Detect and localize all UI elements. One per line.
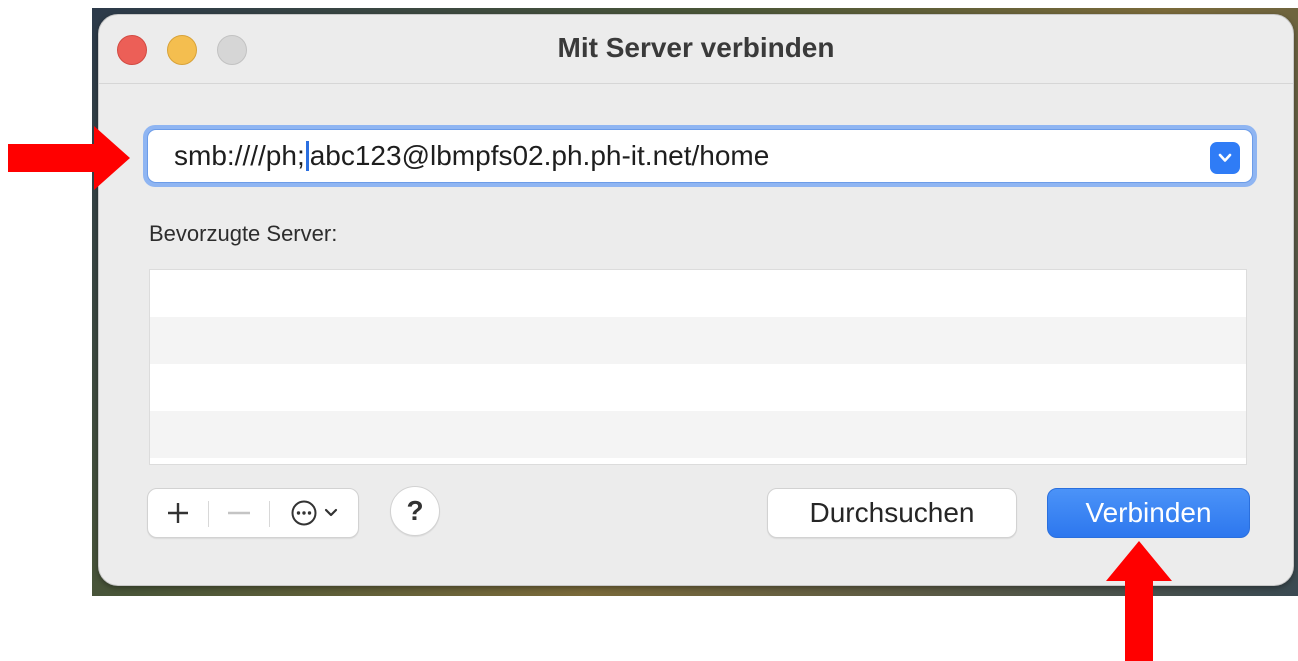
add-favorite-button[interactable] xyxy=(148,489,208,537)
server-address-text: smb:////ph; abc123@lbmpfs02.ph.ph-it.net/… xyxy=(174,140,769,173)
remove-favorite-button[interactable] xyxy=(209,489,269,537)
title-bar: Mit Server verbinden xyxy=(99,15,1293,83)
annotation-arrow-right-icon xyxy=(8,126,130,190)
connect-to-server-dialog: Mit Server verbinden smb:////ph; abc123@l… xyxy=(98,14,1294,586)
title-divider xyxy=(99,83,1293,84)
window-title: Mit Server verbinden xyxy=(557,32,835,63)
favorites-edit-controls xyxy=(147,488,359,538)
server-address-focus-ring: smb:////ph; abc123@lbmpfs02.ph.ph-it.net/… xyxy=(143,125,1257,187)
annotation-arrow-up-icon xyxy=(1106,541,1172,661)
list-row xyxy=(150,270,1246,317)
chevron-down-icon xyxy=(1218,153,1232,162)
help-button[interactable]: ? xyxy=(390,486,440,536)
list-row xyxy=(150,317,1246,364)
list-row xyxy=(150,411,1246,458)
minus-icon xyxy=(228,511,250,515)
plus-icon xyxy=(168,503,188,523)
recent-servers-dropdown-button[interactable] xyxy=(1210,142,1240,174)
more-options-button[interactable] xyxy=(270,489,358,537)
ellipsis-circle-icon xyxy=(291,500,317,526)
chevron-down-icon xyxy=(324,508,338,517)
favorite-servers-list[interactable] xyxy=(149,269,1247,465)
favorite-servers-label: Bevorzugte Server: xyxy=(149,221,338,246)
connect-button[interactable]: Verbinden xyxy=(1047,488,1250,538)
browse-button[interactable]: Durchsuchen xyxy=(767,488,1017,538)
list-row xyxy=(150,364,1246,411)
server-address-input[interactable]: smb:////ph; abc123@lbmpfs02.ph.ph-it.net/… xyxy=(147,129,1253,183)
address-before-caret: smb:////ph; xyxy=(174,140,305,171)
text-caret xyxy=(305,140,309,171)
address-after-caret: abc123@lbmpfs02.ph.ph-it.net/home xyxy=(309,140,770,171)
